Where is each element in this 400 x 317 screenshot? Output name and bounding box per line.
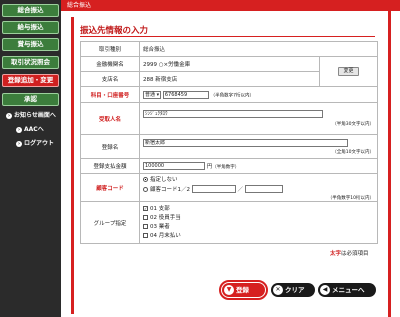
sidebar-item-torihiki-shokai[interactable]: 取引状況照会 [2, 56, 59, 69]
sidebar: 総合振込 給与振込 賞与振込 取引状況照会 登録追加・変更 承認 › お知らせ画面… [0, 0, 61, 317]
customer-code-label: 顧客コード [80, 173, 140, 202]
sidebar-item-shonin[interactable]: 承認 [2, 93, 59, 106]
sidebar-link-aac[interactable]: › AACへ [16, 124, 44, 133]
checkbox-checked-icon: ✓ [143, 205, 148, 211]
register-button[interactable]: ▼ 登録 [219, 280, 268, 300]
group-cell: ✓ 01 支部 02 役員手当 03 業者 04 月末払い [139, 201, 378, 244]
registered-name-note: （全角10文字以内） [332, 149, 374, 155]
registered-name-label: 登録名 [80, 134, 140, 159]
change-button[interactable]: 変更 [338, 67, 359, 76]
branch-name-label: 支店名 [80, 71, 140, 87]
checkbox-icon [143, 223, 148, 229]
arrow-right-icon: › [16, 140, 22, 147]
group-option-04[interactable]: 04 月末払い [143, 232, 374, 241]
bank-name-value: 2999 ○×労働金庫 [139, 56, 320, 72]
left-accent-line [71, 17, 74, 314]
header-title: 総合振込 [67, 2, 92, 9]
chevron-left-icon: ◀ [320, 285, 330, 295]
recipient-label: 受取人名 [80, 102, 140, 135]
chevron-down-icon: ▼ [224, 285, 234, 295]
customer-code-1-input[interactable] [191, 185, 236, 193]
sidebar-item-kyuyo-furikomi[interactable]: 給与振込 [2, 21, 59, 34]
sidebar-item-toroku-henko[interactable]: 登録追加・変更 [2, 74, 59, 87]
action-buttons: ▼ 登録 ✕ クリア ◀ メニューへ [219, 280, 382, 300]
clear-button[interactable]: ✕ クリア [271, 283, 315, 297]
transaction-type-value: 総合振込 [139, 41, 378, 57]
required-note: 太字は必須項目 [330, 251, 369, 257]
account-cell: 普通 ▾ 6768459 （半角数字7桁以内） [139, 86, 378, 103]
branch-name-value: 288 新宿支店 [139, 71, 320, 87]
bank-name-label: 金融機関名 [80, 56, 140, 72]
registered-name-input[interactable]: 新宿太郎 [143, 138, 348, 147]
registered-name-cell: 新宿太郎 （全角10文字以内） [139, 134, 378, 159]
title-divider [80, 36, 375, 37]
transfer-form-table: 取引種別 総合振込 金融機関名 2999 ○×労働金庫 変更 支店名 288 新… [80, 41, 378, 244]
amount-note: （半角数字） [212, 164, 240, 170]
radio-unselected-icon[interactable] [143, 186, 148, 192]
page-title: 振込先情報の入力 [80, 26, 149, 36]
arrow-right-icon: › [16, 126, 22, 133]
recipient-note: （半角30文字以内） [332, 122, 374, 127]
sidebar-item-sogo-furikomi[interactable]: 総合振込 [2, 4, 59, 17]
customer-code-note: （半角数字10桁以内） [327, 195, 374, 201]
checkbox-icon [143, 232, 148, 238]
amount-cell: 100000 円（半角数字） [139, 158, 378, 174]
customer-code-cell: 指定しない 顧客コード1／2 ／ （半角数字10桁以内） [139, 173, 378, 202]
required-mark: 太字 [330, 251, 342, 257]
amount-input[interactable]: 100000 [143, 162, 205, 171]
customer-code-option-code: 顧客コード1／2 ／ [143, 185, 374, 195]
account-type-select[interactable]: 普通 ▾ [143, 90, 162, 99]
header-bar: 総合振込 [61, 0, 400, 11]
group-option-02[interactable]: 02 役員手当 [143, 214, 374, 223]
menu-button[interactable]: ◀ メニューへ [318, 283, 376, 297]
change-cell: 変更 [319, 56, 378, 87]
group-option-01[interactable]: ✓ 01 支部 [143, 205, 374, 214]
group-option-03[interactable]: 03 業者 [143, 223, 374, 232]
customer-code-option-none[interactable]: 指定しない [143, 175, 374, 185]
sidebar-item-shoyo-furikomi[interactable]: 賞与振込 [2, 38, 59, 51]
radio-selected-icon [143, 176, 148, 182]
transaction-type-label: 取引種別 [80, 41, 140, 57]
account-number-input[interactable]: 6768459 [162, 90, 209, 99]
customer-code-2-input[interactable] [244, 185, 283, 193]
group-label: グループ指定 [80, 201, 140, 244]
account-note: （半角数字7桁以内） [210, 93, 254, 98]
recipient-input[interactable]: ｼﾝｼﾞｭｸﾀﾛｳ [143, 110, 323, 118]
close-icon: ✕ [273, 285, 283, 295]
arrow-right-icon: › [6, 112, 12, 119]
recipient-cell: ｼﾝｼﾞｭｸﾀﾛｳ （半角30文字以内） [139, 102, 378, 135]
checkbox-icon [143, 214, 148, 220]
account-label: 科目・口座番号 [80, 86, 140, 103]
right-accent-line [388, 11, 391, 317]
sidebar-link-notice[interactable]: › お知らせ画面へ [6, 110, 56, 119]
amount-label: 登録支払金額 [80, 158, 140, 174]
sidebar-link-logout[interactable]: › ログアウト [16, 138, 54, 147]
